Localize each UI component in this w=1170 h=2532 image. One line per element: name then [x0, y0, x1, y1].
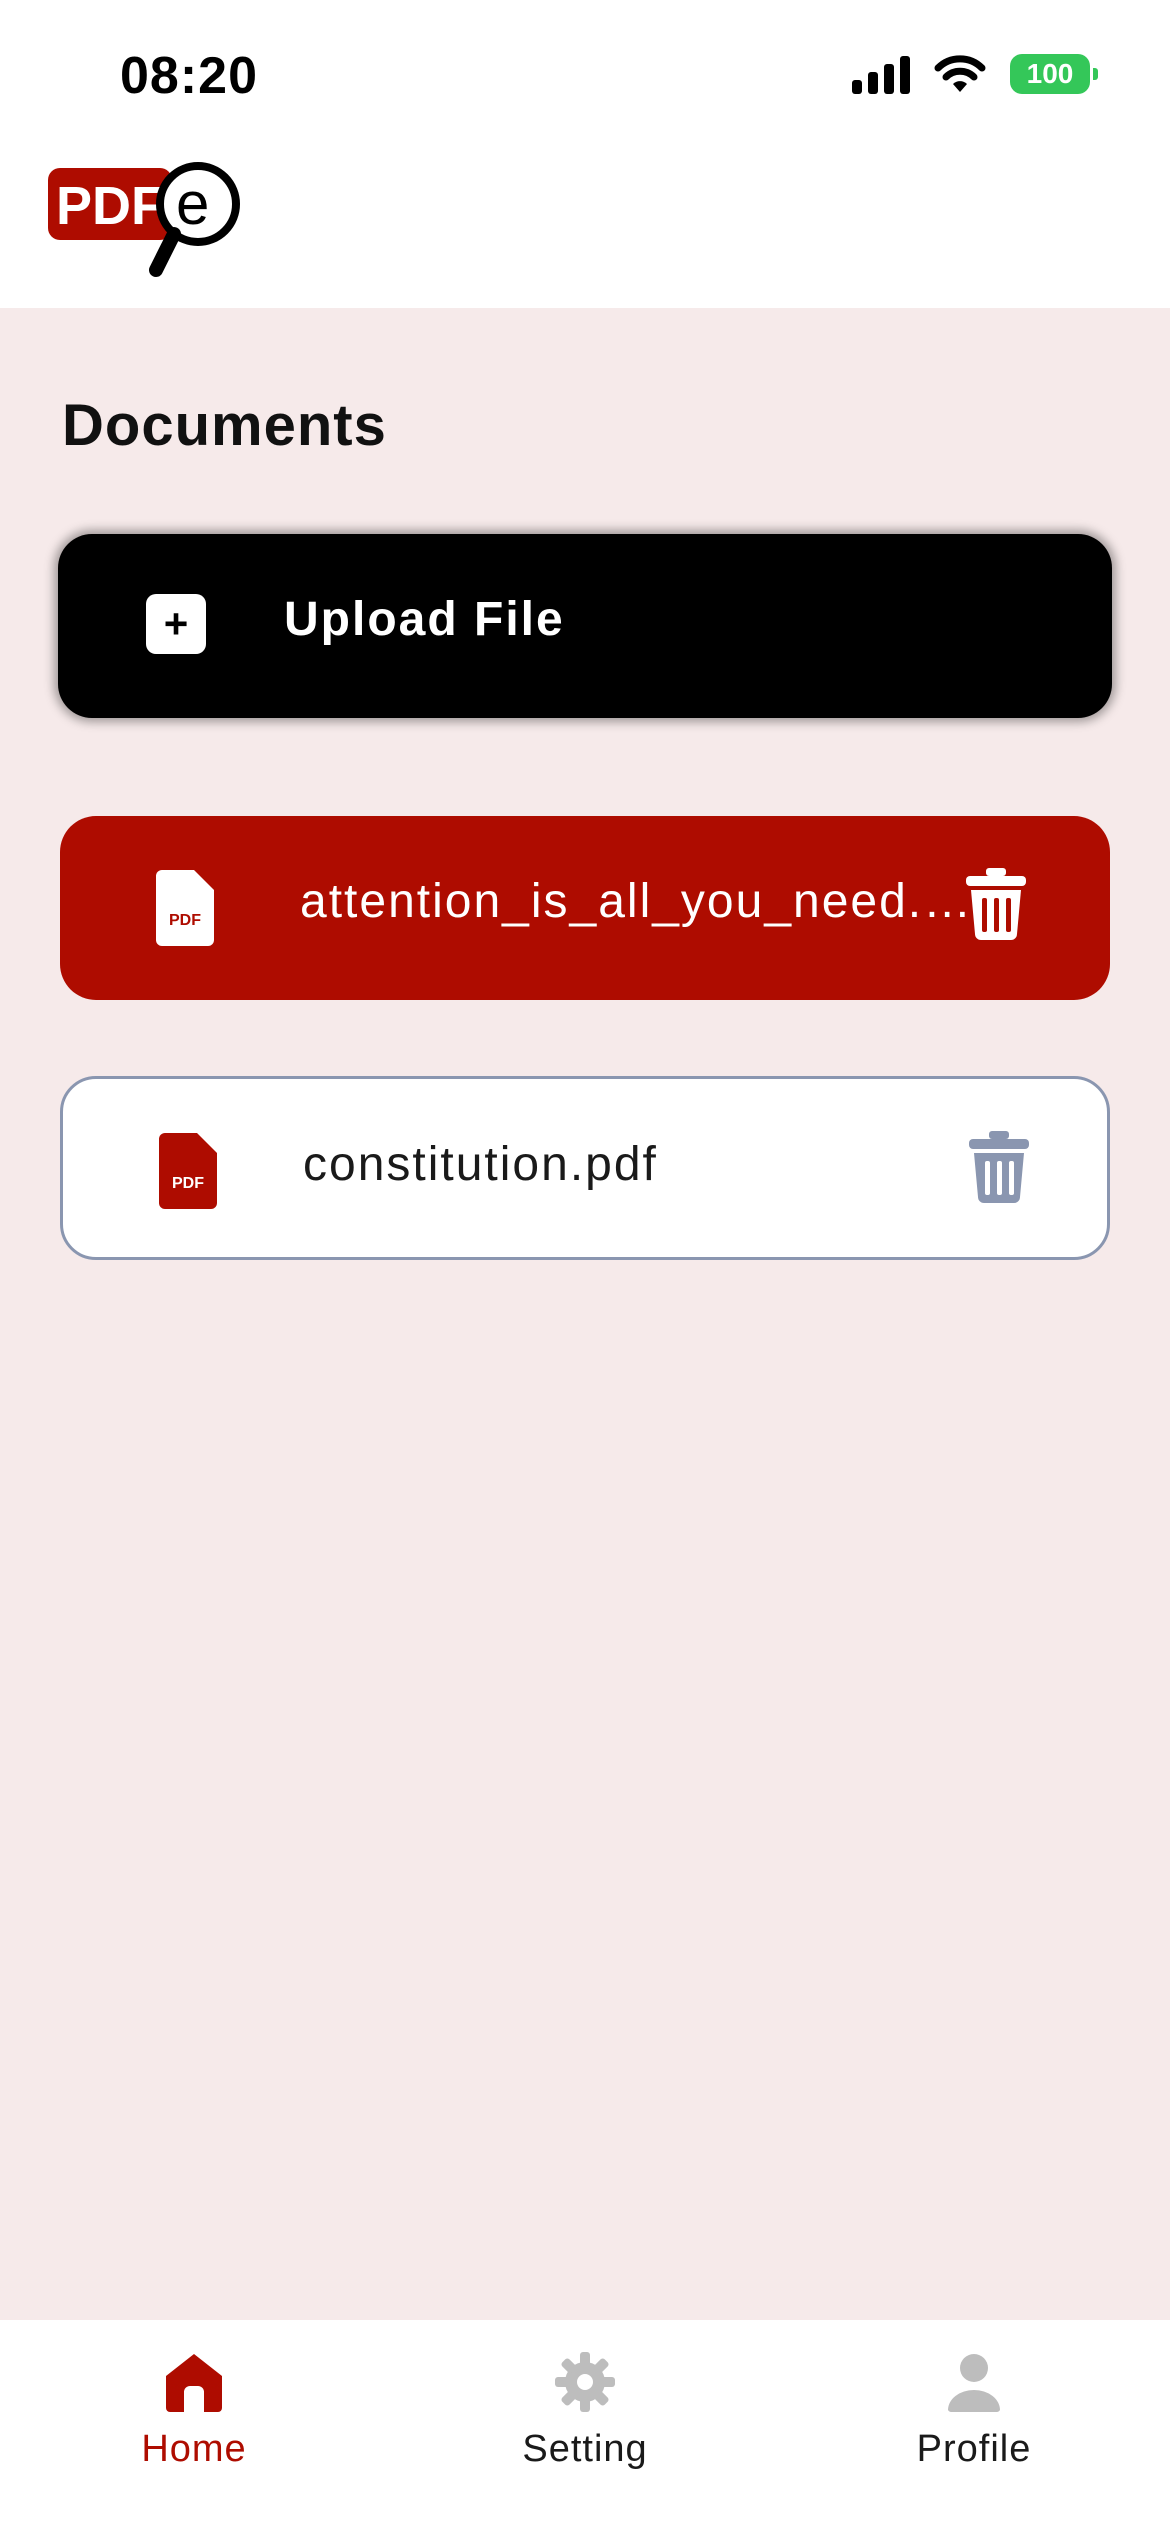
battery-icon: 100	[1010, 54, 1098, 94]
svg-text:PDF: PDF	[56, 176, 164, 236]
delete-trash-icon[interactable]	[966, 868, 1026, 940]
pdfe-logo-icon: PDF e	[48, 162, 240, 277]
nav-label: Setting	[522, 2428, 648, 2470]
home-icon	[166, 2354, 222, 2412]
top-bar: 08:20 100 PDF e	[0, 0, 1170, 308]
document-item[interactable]: PDF constitution.pdf	[60, 1076, 1110, 1260]
nav-setting[interactable]: Setting	[455, 2350, 715, 2500]
status-icons: 100	[852, 54, 1098, 94]
user-icon	[948, 2354, 1000, 2413]
document-name: constitution.pdf	[303, 1138, 658, 1191]
pdf-file-icon: PDF	[156, 870, 214, 946]
document-item[interactable]: PDF attention_is_all_you_need.pdf	[60, 816, 1110, 1000]
delete-trash-icon[interactable]	[969, 1131, 1029, 1203]
svg-text:PDF: PDF	[172, 1175, 204, 1192]
gear-icon	[555, 2352, 615, 2412]
nav-label: Profile	[916, 2428, 1032, 2470]
plus-square-icon: +	[146, 594, 206, 654]
bottom-navigation: Home Setting Profile	[0, 2320, 1170, 2532]
upload-file-label: Upload File	[284, 593, 565, 646]
page-title: Documents	[62, 393, 387, 458]
wifi-icon	[934, 55, 986, 92]
nav-label: Home	[141, 2428, 247, 2470]
nav-profile[interactable]: Profile	[844, 2350, 1104, 2500]
pdf-file-icon: PDF	[159, 1133, 217, 1209]
svg-text:e: e	[176, 170, 209, 237]
status-time: 08:20	[120, 47, 258, 105]
document-name: attention_is_all_you_need.pdf	[300, 875, 980, 928]
upload-file-button[interactable]: + Upload File	[58, 534, 1112, 718]
app-screen: 08:20 100 PDF e Documents + Upload File …	[0, 0, 1170, 2532]
svg-text:PDF: PDF	[169, 912, 201, 929]
cellular-signal-icon	[852, 54, 910, 94]
nav-home[interactable]: Home	[64, 2350, 324, 2500]
